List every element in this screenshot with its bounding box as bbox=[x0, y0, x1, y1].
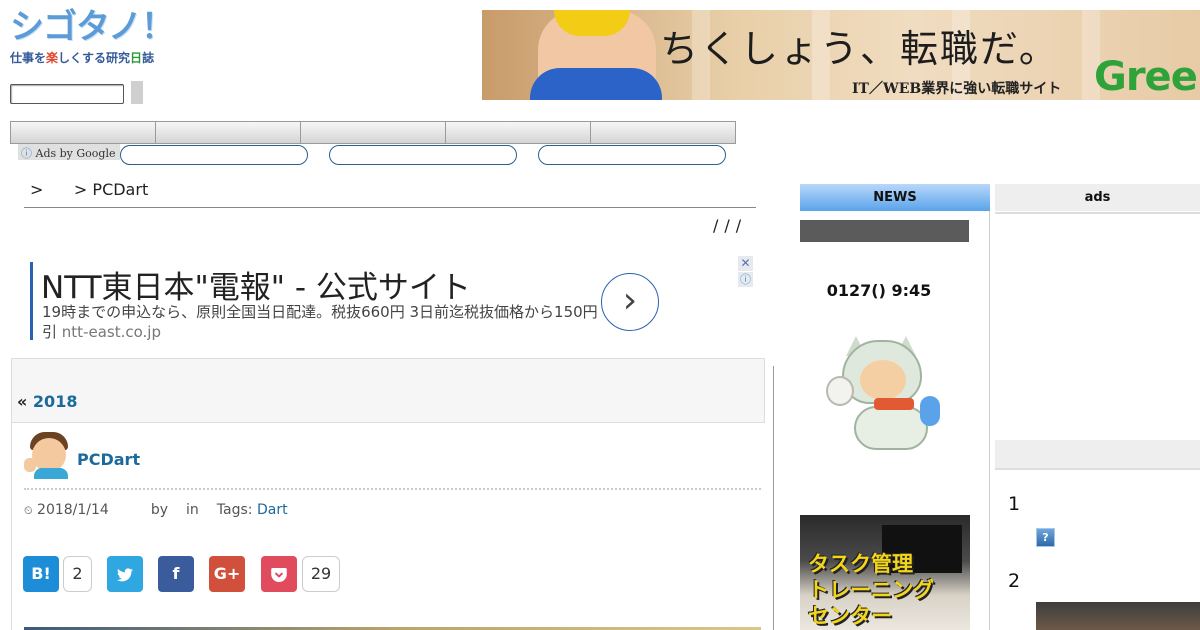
prev-post-box bbox=[11, 358, 765, 423]
dotted-divider bbox=[24, 488, 761, 490]
ad-link-1[interactable] bbox=[120, 145, 308, 165]
rank-2-image[interactable] bbox=[1036, 602, 1200, 630]
nav-item-5[interactable] bbox=[591, 122, 735, 143]
ads-header: ads bbox=[995, 184, 1200, 211]
ad-link-3[interactable] bbox=[538, 145, 726, 165]
author-avatar bbox=[24, 432, 71, 479]
pocket-button[interactable] bbox=[261, 556, 297, 592]
mascot-image[interactable] bbox=[824, 336, 946, 458]
banner-tagline: IT／WEB業界に強い転職サイト bbox=[852, 81, 1062, 97]
site-logo[interactable]: シゴタノ！ 仕事を楽しくする研究日誌 bbox=[10, 8, 180, 70]
rank-number-1: 1 bbox=[1008, 493, 1021, 515]
banner-headline: ちくしょう、転職だ。 bbox=[660, 27, 1059, 71]
post-meta: ⏲ 2018/1/14 by in Tags: Dart bbox=[24, 502, 288, 518]
news-column-border bbox=[989, 211, 990, 630]
breadcrumb[interactable]: > > PCDart bbox=[30, 180, 148, 199]
nav-item-1[interactable] bbox=[11, 122, 156, 143]
news-header: NEWS bbox=[800, 184, 990, 211]
close-icon[interactable]: ✕ bbox=[738, 256, 753, 271]
ads-by-google-label[interactable]: ⓘ Ads by Google bbox=[18, 144, 121, 160]
news-date: 0127() 9:45 bbox=[826, 281, 932, 300]
prev-post-link[interactable]: « 2018 bbox=[17, 392, 77, 411]
hatena-count: 2 bbox=[63, 556, 92, 592]
ads-section-bar bbox=[995, 440, 1200, 470]
post-date: 2018/1/14 bbox=[37, 502, 109, 518]
slash-links[interactable]: /// bbox=[713, 216, 747, 235]
chevron-right-icon[interactable]: › bbox=[601, 273, 659, 331]
logo-subtitle: 仕事を楽しくする研究日誌 bbox=[10, 51, 155, 65]
task-image-text: タスク管理 トレーニング センター bbox=[808, 552, 934, 628]
news-bar[interactable] bbox=[800, 220, 969, 242]
banner-shirt bbox=[530, 68, 662, 100]
hatena-bookmark-button[interactable]: B! bbox=[23, 556, 59, 592]
text-ad-description: 19時までの申込なら、原則全国当日配達。税抜660円 3日前迄税抜価格から150… bbox=[42, 303, 598, 341]
facebook-button[interactable]: f bbox=[158, 556, 194, 592]
google-plus-button[interactable]: G+ bbox=[209, 556, 245, 592]
breadcrumb-divider bbox=[24, 207, 756, 208]
search-button[interactable] bbox=[131, 81, 143, 104]
nav-item-2[interactable] bbox=[156, 122, 301, 143]
logo-title: シゴタノ！ bbox=[10, 7, 175, 47]
text-ad-title[interactable]: NTT東日本"電報" - 公式サイト bbox=[41, 262, 471, 307]
ads-header-underline bbox=[995, 212, 1200, 214]
pocket-count: 29 bbox=[302, 556, 340, 592]
info-icon: ⓘ bbox=[21, 147, 32, 160]
main-nav bbox=[10, 121, 736, 144]
task-training-image[interactable]: タスク管理 トレーニング センター bbox=[800, 515, 970, 630]
ad-link-2[interactable] bbox=[329, 145, 517, 165]
nav-item-3[interactable] bbox=[301, 122, 446, 143]
twitter-button[interactable] bbox=[107, 556, 143, 592]
search-input[interactable] bbox=[10, 84, 124, 104]
question-icon[interactable]: ? bbox=[1036, 528, 1055, 547]
pocket-icon bbox=[271, 567, 287, 582]
banner-brand: Green bbox=[1094, 54, 1200, 100]
twitter-icon bbox=[117, 567, 133, 581]
text-ad-bar bbox=[30, 262, 33, 340]
green-banner-ad[interactable]: ちくしょう、転職だ。 IT／WEB業界に強い転職サイト Green bbox=[482, 10, 1200, 100]
rank-number-2: 2 bbox=[1008, 570, 1021, 592]
post-title[interactable]: PCDart bbox=[77, 450, 140, 469]
clock-icon: ⏲ bbox=[24, 504, 33, 517]
tag-link-dart[interactable]: Dart bbox=[257, 502, 288, 518]
text-ad-domain: ntt-east.co.jp bbox=[61, 323, 161, 341]
nav-item-4[interactable] bbox=[446, 122, 591, 143]
info-icon[interactable]: ⓘ bbox=[738, 272, 753, 287]
